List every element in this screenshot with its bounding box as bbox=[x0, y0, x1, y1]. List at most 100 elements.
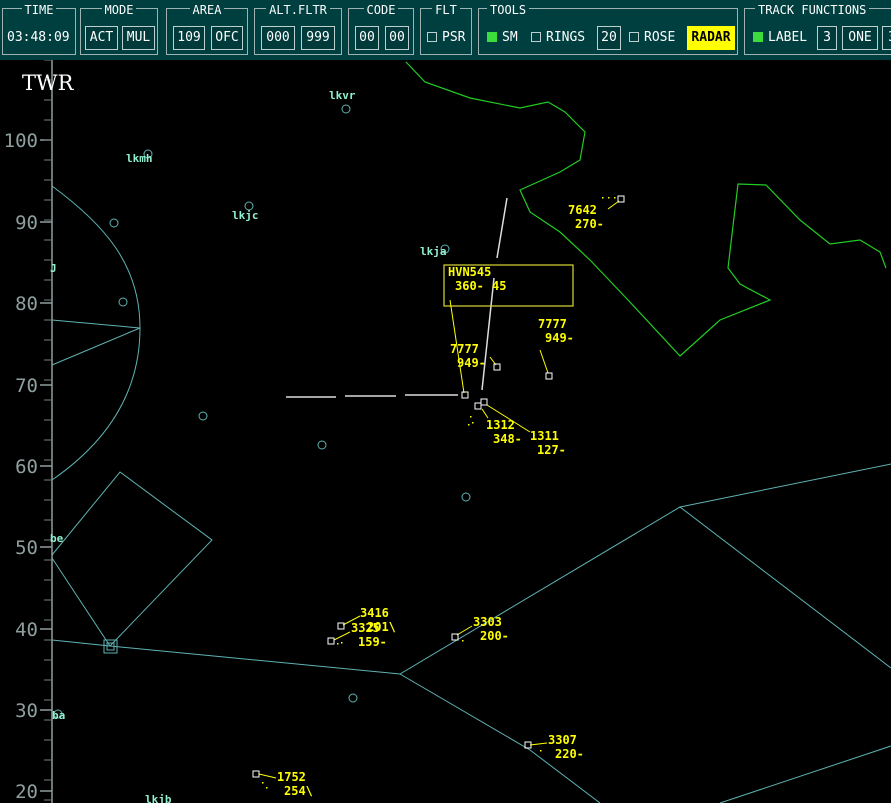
rings-label: RINGS bbox=[546, 30, 586, 45]
label-toggle[interactable]: LABEL bbox=[753, 26, 807, 50]
scale-tick-label: 80 bbox=[15, 293, 38, 315]
track-functions-title: TRACK FUNCTIONS bbox=[755, 3, 870, 17]
track-code: 1752 bbox=[277, 770, 306, 784]
track-flight-level: 220- bbox=[555, 747, 584, 761]
track-functions-group: TRACK FUNCTIONS LABEL 3 ONE 3 bbox=[744, 3, 891, 55]
label-checkbox[interactable] bbox=[753, 31, 763, 42]
radar-scope[interactable]: 100 90 80 70 60 50 40 30 20 lkvr lkmh lkjc lkja lkjb… bbox=[0, 60, 891, 803]
aircraft-symbol[interactable] bbox=[327, 637, 335, 645]
aircraft-track[interactable]: 7642270- bbox=[568, 195, 625, 231]
scale-tick-label: 60 bbox=[15, 456, 38, 478]
tools-title: TOOLS bbox=[487, 3, 530, 17]
fix-label: lkvr bbox=[329, 89, 356, 102]
aircraft-track[interactable]: 7777949- bbox=[450, 342, 501, 371]
scale-tick-label: 40 bbox=[15, 619, 38, 641]
scale-tick-label: 30 bbox=[15, 700, 38, 722]
history-dot bbox=[608, 197, 610, 199]
mode-group: MODE ACT MUL bbox=[80, 3, 158, 55]
scale-tick-label: 20 bbox=[15, 781, 38, 803]
alt-filter-low-input[interactable]: 000 bbox=[261, 26, 295, 50]
rings-spacing-input[interactable]: 20 bbox=[597, 26, 621, 50]
one-button[interactable]: ONE bbox=[842, 26, 878, 50]
coastline bbox=[405, 61, 887, 357]
leader-line bbox=[258, 773, 277, 779]
history-dot bbox=[614, 197, 616, 199]
aircraft-symbol[interactable] bbox=[545, 372, 553, 380]
fix-label: be bbox=[50, 532, 64, 545]
mode-mul-button[interactable]: MUL bbox=[122, 26, 155, 50]
label-size-input[interactable]: 3 bbox=[817, 26, 837, 50]
flt-title: FLT bbox=[432, 3, 460, 17]
aircraft-track[interactable]: 7777949- bbox=[538, 317, 574, 380]
tools-group: TOOLS SM RINGS 20 ROSE RADAR bbox=[478, 3, 738, 55]
flt-group: FLT PSR bbox=[420, 3, 472, 55]
tracks-layer[interactable]: 7642270-HVN545360- 457777949-7777949-1312… bbox=[252, 195, 625, 798]
history-dot bbox=[262, 782, 264, 784]
psr-checkbox[interactable] bbox=[427, 31, 437, 42]
fixes-layer: lkvr lkmh lkjc lkja lkjb Jbe ba bbox=[50, 89, 450, 803]
history-dot bbox=[468, 424, 470, 426]
toolbar: TIME 03:48:09 MODE ACT MUL AREA 109 OFC … bbox=[0, 0, 891, 60]
history-dot bbox=[462, 640, 464, 642]
leader-line bbox=[539, 349, 549, 374]
radar-canvas[interactable]: 100 90 80 70 60 50 40 30 20 lkvr lkmh lkjc lkja lkjb… bbox=[0, 60, 891, 803]
alt-filter-title: ALT.FLTR bbox=[266, 3, 330, 17]
rose-checkbox[interactable] bbox=[629, 31, 639, 42]
rings-checkbox[interactable] bbox=[531, 31, 541, 42]
radar-button[interactable]: RADAR bbox=[687, 26, 735, 50]
aircraft-symbol[interactable] bbox=[252, 770, 260, 778]
track-code: 7777 bbox=[538, 317, 567, 331]
aircraft-symbol[interactable] bbox=[474, 402, 482, 410]
leader-line bbox=[529, 742, 548, 746]
rose-label: ROSE bbox=[644, 30, 676, 45]
history-dot bbox=[602, 197, 604, 199]
sm-checkbox[interactable] bbox=[487, 31, 497, 42]
psr-toggle[interactable]: PSR bbox=[427, 26, 465, 50]
track-code: 7642 bbox=[568, 203, 597, 217]
aircraft-track[interactable]: 3325159- bbox=[327, 621, 387, 649]
mode-act-button[interactable]: ACT bbox=[85, 26, 118, 50]
range-scale: 100 90 80 70 60 50 40 30 20 bbox=[4, 60, 53, 803]
track-flight-level: 159- bbox=[358, 635, 387, 649]
rose-toggle[interactable]: ROSE bbox=[629, 26, 675, 50]
label-label: LABEL bbox=[768, 30, 808, 45]
sm-label: SM bbox=[502, 30, 518, 45]
aircraft-symbol[interactable] bbox=[337, 622, 345, 630]
history-dot bbox=[472, 422, 474, 424]
scale-tick-label: 100 bbox=[4, 130, 38, 152]
alt-filter-high-input[interactable]: 999 bbox=[301, 26, 335, 50]
target-circles bbox=[109, 218, 471, 703]
history-dot bbox=[266, 787, 268, 789]
alt-filter-group: ALT.FLTR 000 999 bbox=[254, 3, 342, 55]
fix-label: ba bbox=[52, 709, 65, 722]
track-flight-level: 360- bbox=[455, 279, 484, 293]
scale-tick-label: 90 bbox=[15, 212, 38, 234]
leader-line bbox=[333, 631, 351, 641]
track-code: 3303 bbox=[473, 615, 502, 629]
extra-input[interactable]: 3 bbox=[882, 26, 891, 50]
track-extra: 45 bbox=[492, 279, 506, 293]
rings-toggle[interactable]: RINGS bbox=[531, 26, 585, 50]
area-code-button[interactable]: 109 bbox=[173, 26, 205, 50]
code-group: CODE 00 00 bbox=[348, 3, 414, 55]
track-code: 7777 bbox=[450, 342, 479, 356]
track-flight-level: 254\ bbox=[284, 784, 313, 798]
aircraft-symbol[interactable] bbox=[461, 391, 469, 399]
code-title: CODE bbox=[363, 3, 399, 17]
aircraft-symbol[interactable] bbox=[480, 398, 488, 406]
aircraft-track[interactable]: 3303200- bbox=[451, 615, 509, 643]
leader-line bbox=[481, 408, 489, 419]
code-second-input[interactable]: 00 bbox=[385, 26, 409, 50]
sm-toggle[interactable]: SM bbox=[487, 26, 518, 50]
track-code: 3307 bbox=[548, 733, 577, 747]
area-ofc-button[interactable]: OFC bbox=[211, 26, 243, 50]
aircraft-track[interactable]: 3307220- bbox=[524, 733, 584, 761]
psr-label: PSR bbox=[442, 30, 466, 45]
fix-label: lkja bbox=[420, 245, 447, 258]
aircraft-symbol[interactable] bbox=[493, 363, 501, 371]
code-first-input[interactable]: 00 bbox=[355, 26, 379, 50]
track-code: 3416 bbox=[360, 606, 389, 620]
time-title: TIME bbox=[21, 3, 57, 17]
aircraft-track[interactable]: 1752254\ bbox=[252, 770, 313, 798]
aircraft-track[interactable]: HVN545360- 45 bbox=[448, 265, 506, 399]
